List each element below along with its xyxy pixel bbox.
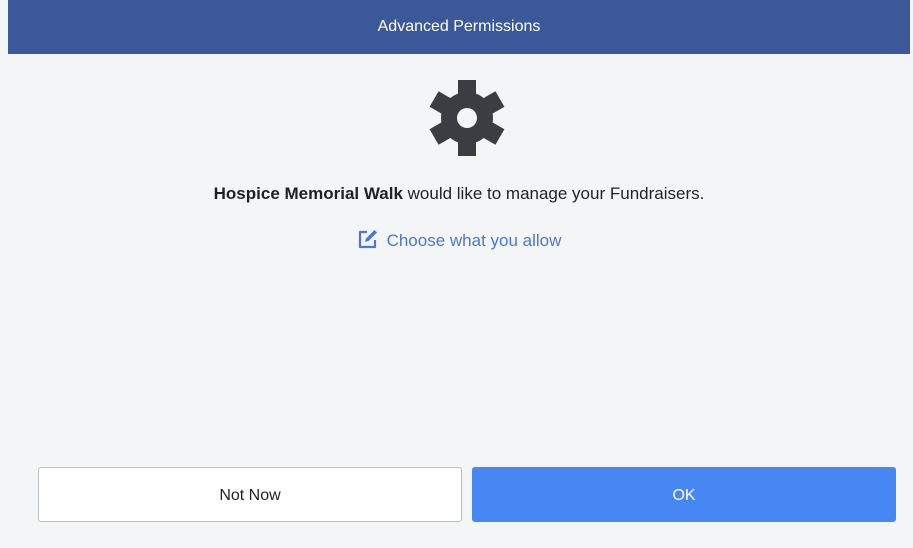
dialog-title: Advanced Permissions: [377, 18, 541, 35]
not-now-label: Not Now: [219, 487, 281, 504]
dialog-content: Hospice Memorial Walk would like to mana…: [8, 54, 910, 548]
permission-text: would like to manage your Fundraisers.: [402, 184, 705, 203]
dialog-title-bar: Advanced Permissions: [8, 0, 910, 54]
ok-button[interactable]: OK: [472, 467, 896, 522]
choose-permissions-link[interactable]: Choose what you allow: [8, 228, 910, 253]
edit-icon: [357, 228, 379, 250]
app-name: Hospice Memorial Walk: [213, 184, 403, 203]
ok-label: OK: [672, 487, 696, 504]
permission-message: Hospice Memorial Walk would like to mana…: [8, 182, 910, 206]
permissions-dialog: Advanced Permissions Hospice Memorial Wa…: [0, 0, 913, 548]
not-now-button[interactable]: Not Now: [38, 467, 462, 522]
gear-icon: [427, 78, 507, 158]
choose-link-label: Choose what you allow: [386, 231, 562, 250]
